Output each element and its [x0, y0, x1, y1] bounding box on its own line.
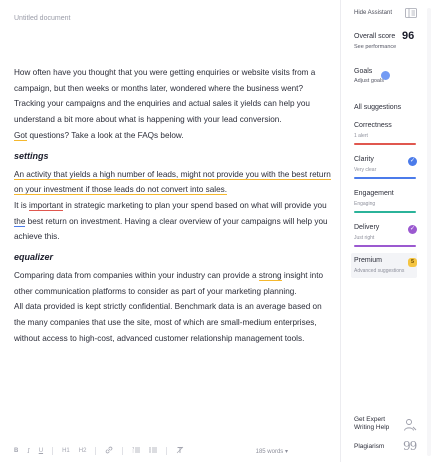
checkmark-icon: ✓	[408, 225, 417, 234]
italic-button[interactable]: I	[27, 448, 29, 455]
heading-settings[interactable]: settings	[14, 149, 332, 163]
suggestion-the[interactable]: the	[14, 216, 26, 227]
document-title[interactable]: Untitled document	[14, 15, 70, 22]
underline-button[interactable]: U	[39, 448, 43, 454]
toolbar-divider	[122, 447, 124, 455]
overall-score-value: 96	[402, 30, 415, 42]
category-label: Clarity	[354, 156, 374, 163]
premium-count-badge: 5	[408, 258, 417, 267]
toolbar-divider	[52, 447, 54, 455]
category-delivery[interactable]: Delivery Just right ✓	[351, 220, 417, 250]
ordered-list-icon[interactable]	[132, 446, 141, 456]
assistant-sidebar: Hide Assistant Overall score 96 See perf…	[341, 0, 434, 462]
collapse-panel-icon[interactable]	[405, 8, 417, 18]
paragraph-3[interactable]: Got questions? Take a look at the FAQs b…	[14, 128, 332, 144]
category-label: Premium	[354, 257, 383, 264]
category-status: 1 alert	[354, 133, 368, 139]
suggestion-activity-sentence[interactable]: An activity that yields a high number of…	[14, 169, 331, 196]
quote-icon[interactable]: 99	[403, 439, 417, 453]
category-status: Advanced suggestions	[354, 268, 405, 274]
category-status: Just right	[354, 235, 375, 241]
category-label: Engagement	[354, 190, 394, 197]
paragraph-4[interactable]: An activity that yields a high number of…	[14, 167, 332, 198]
clear-format-icon[interactable]	[176, 446, 184, 456]
hide-assistant-button[interactable]: Hide Assistant	[354, 10, 392, 16]
bullet-list-icon[interactable]	[149, 446, 158, 456]
category-premium[interactable]: Premium Advanced suggestions 5	[351, 253, 417, 278]
suggestion-strong[interactable]: strong	[258, 271, 282, 282]
category-progress-bar	[354, 211, 416, 213]
paragraph-5[interactable]: It is important in strategic marketing t…	[14, 198, 332, 245]
category-status: Very clear	[354, 167, 377, 173]
document-body[interactable]: How often have you thought that you were…	[14, 65, 332, 347]
category-status: Engaging	[354, 201, 376, 207]
bold-button[interactable]: B	[14, 448, 18, 454]
adjust-goals-link[interactable]: Adjust goals	[354, 78, 384, 84]
all-suggestions-tab[interactable]: All suggestions	[354, 104, 401, 111]
category-label: Delivery	[354, 224, 380, 231]
paragraph-6[interactable]: Comparing data from companies within you…	[14, 268, 332, 299]
category-label: Correctness	[354, 122, 392, 129]
overall-score-label: Overall score	[354, 33, 396, 40]
category-engagement[interactable]: Engagement Engaging	[351, 186, 417, 216]
category-clarity[interactable]: Clarity Very clear ✓	[351, 152, 417, 182]
see-performance-link[interactable]: See performance	[354, 44, 396, 50]
heading-equalizer[interactable]: equalizer	[14, 250, 332, 264]
person-icon[interactable]	[403, 418, 417, 432]
toolbar-divider	[95, 447, 97, 455]
paragraph-1[interactable]: How often have you thought that you were…	[14, 65, 332, 96]
word-count-dropdown[interactable]: 185 words ▾	[256, 448, 288, 455]
heading1-button[interactable]: H1	[62, 448, 70, 454]
toolbar-divider	[166, 447, 168, 455]
category-progress-bar	[354, 245, 416, 247]
scrollbar[interactable]	[427, 8, 431, 456]
goals-label[interactable]: Goals	[354, 68, 372, 75]
category-correctness[interactable]: Correctness 1 alert	[351, 118, 417, 148]
heading2-button[interactable]: H2	[79, 448, 87, 454]
checkmark-icon: ✓	[408, 157, 417, 166]
link-icon[interactable]	[105, 446, 113, 456]
suggestion-got[interactable]: Got	[14, 130, 28, 141]
formatting-toolbar: B I U H1 H2 185 words ▾	[14, 445, 330, 457]
paragraph-2[interactable]: Tracking your campaigns and the enquirie…	[14, 96, 332, 127]
paragraph-7[interactable]: All data provided is kept strictly confi…	[14, 299, 332, 346]
expert-help-button[interactable]: Get Expert Writing Help	[354, 416, 406, 432]
cursor-dot-icon	[381, 71, 390, 80]
editor-pane: Untitled document How often have you tho…	[0, 0, 340, 462]
category-progress-bar	[354, 143, 416, 145]
plagiarism-button[interactable]: Plagiarism	[354, 443, 384, 450]
suggestion-important[interactable]: important	[29, 200, 64, 211]
category-progress-bar	[354, 177, 416, 179]
